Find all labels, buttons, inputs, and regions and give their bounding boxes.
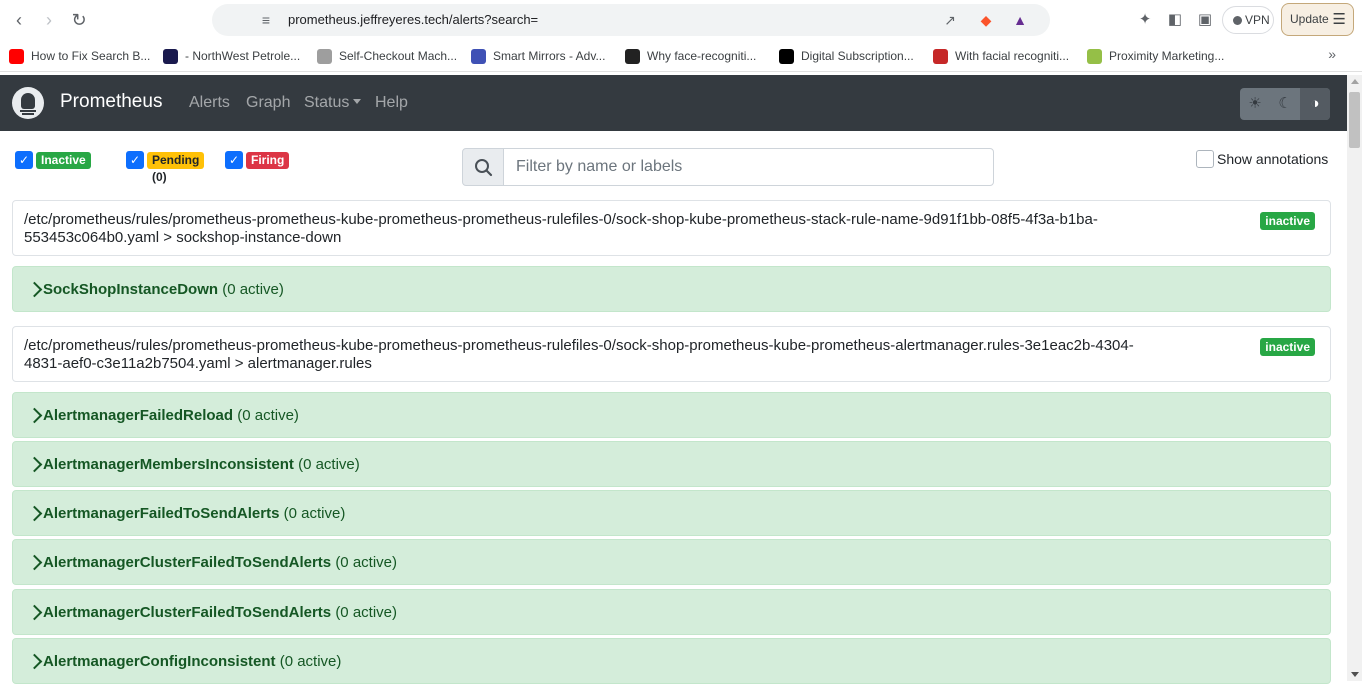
search-input[interactable] xyxy=(503,148,994,186)
wallet-icon[interactable]: ▣ xyxy=(1194,9,1216,31)
chevron-right-icon xyxy=(29,503,39,523)
theme-toggle: ☀ ☾ ◑ xyxy=(1240,88,1330,120)
brave-shield-icon[interactable]: ◆ xyxy=(976,10,996,30)
bookmark-item[interactable]: - NorthWest Petrole... xyxy=(163,46,300,66)
update-button[interactable]: Update ☰ xyxy=(1281,3,1354,36)
browser-toolbar: ‹ › ↻ ☐ ≡ prometheus.jeffreyeres.tech/al… xyxy=(0,0,1362,40)
back-icon[interactable]: ‹ xyxy=(8,9,30,31)
nav-status[interactable]: Status xyxy=(304,94,362,112)
show-annotations-label[interactable]: Show annotations xyxy=(1217,151,1328,167)
rule-active-count: (0 active) xyxy=(335,554,397,571)
site-settings-icon[interactable]: ≡ xyxy=(256,10,276,30)
bookmark-item[interactable]: Self-Checkout Mach... xyxy=(317,46,457,66)
rule-name: AlertmanagerMembersInconsistent xyxy=(43,456,294,473)
rule-active-count: (0 active) xyxy=(237,407,299,424)
reload-icon[interactable]: ↻ xyxy=(68,9,90,31)
bookmark-favicon xyxy=(471,49,486,64)
status-badge: inactive xyxy=(1260,338,1315,356)
alert-rule-row[interactable]: AlertmanagerClusterFailedToSendAlerts (0… xyxy=(12,589,1331,635)
pending-checkbox[interactable]: ✓ xyxy=(126,151,144,169)
prometheus-navbar: Prometheus Alerts Graph Status Help ☀ ☾ … xyxy=(0,75,1347,131)
search-addon xyxy=(462,148,504,186)
vpn-button[interactable]: VPN xyxy=(1222,6,1274,34)
rule-group-header: /etc/prometheus/rules/prometheus-prometh… xyxy=(12,200,1331,256)
pending-badge: Pending (0) xyxy=(147,152,205,184)
alert-rule-row[interactable]: AlertmanagerFailedReload (0 active) xyxy=(12,392,1331,438)
bookmark-item[interactable]: Smart Mirrors - Adv... xyxy=(471,46,605,66)
bookmark-favicon xyxy=(163,49,178,64)
rule-name: AlertmanagerFailedToSendAlerts xyxy=(43,505,280,522)
firing-badge: Firing (5) xyxy=(246,152,290,184)
chevron-right-icon xyxy=(29,279,39,299)
menu-icon: ☰ xyxy=(1332,11,1346,28)
inactive-checkbox[interactable]: ✓ xyxy=(15,151,33,169)
rule-name: AlertmanagerClusterFailedToSendAlerts xyxy=(43,554,332,571)
sun-icon[interactable]: ☀ xyxy=(1240,88,1270,120)
scroll-up-icon[interactable] xyxy=(1351,79,1359,84)
rule-name: SockShopInstanceDown xyxy=(43,281,219,298)
cnet-icon xyxy=(933,49,948,64)
nav-alerts[interactable]: Alerts xyxy=(189,94,230,112)
bookmark-item[interactable]: How to Fix Search B... xyxy=(9,46,150,66)
chevron-right-icon xyxy=(29,602,39,622)
extensions-icon[interactable]: ✦ xyxy=(1134,9,1156,31)
more-bookmarks-icon[interactable]: » xyxy=(1328,46,1336,62)
bookmark-favicon xyxy=(317,49,332,64)
shopify-icon xyxy=(1087,49,1102,64)
nav-graph[interactable]: Graph xyxy=(246,94,290,112)
rule-name: AlertmanagerClusterFailedToSendAlerts xyxy=(43,604,332,621)
alert-rule-row[interactable]: AlertmanagerClusterFailedToSendAlerts (0… xyxy=(12,539,1331,585)
moon-icon[interactable]: ☾ xyxy=(1270,88,1300,120)
rule-name: AlertmanagerFailedReload xyxy=(43,407,234,424)
address-bar[interactable]: ≡ prometheus.jeffreyeres.tech/alerts?sea… xyxy=(212,4,1050,36)
prometheus-logo-icon[interactable] xyxy=(12,87,44,119)
brand-link[interactable]: Prometheus xyxy=(60,91,162,113)
chevron-down-icon xyxy=(353,99,362,104)
chevron-right-icon xyxy=(29,552,39,572)
brave-rewards-icon[interactable]: ▲ xyxy=(1010,10,1030,30)
contrast-icon[interactable]: ◑ xyxy=(1300,88,1330,120)
chevron-right-icon xyxy=(29,454,39,474)
firing-checkbox[interactable]: ✓ xyxy=(225,151,243,169)
rule-file-path: /etc/prometheus/rules/prometheus-prometh… xyxy=(24,337,1134,372)
vpn-label: VPN xyxy=(1245,13,1270,27)
bookmarks-bar: How to Fix Search B... - NorthWest Petro… xyxy=(0,40,1362,72)
share-icon[interactable]: ↗ xyxy=(940,10,960,30)
bookmark-item[interactable]: Digital Subscription... xyxy=(779,46,914,66)
inactive-badge: Inactive (141) xyxy=(36,152,91,184)
forward-icon[interactable]: › xyxy=(38,9,60,31)
alert-rule-row[interactable]: AlertmanagerFailedToSendAlerts (0 active… xyxy=(12,490,1331,536)
rule-file-path: /etc/prometheus/rules/prometheus-prometh… xyxy=(24,211,1098,246)
show-annotations-checkbox[interactable] xyxy=(1196,150,1214,168)
amazon-icon xyxy=(779,49,794,64)
scrollbar[interactable] xyxy=(1347,75,1362,681)
bookmark-favicon xyxy=(625,49,640,64)
alert-rule-row[interactable]: SockShopInstanceDown (0 active) xyxy=(12,266,1331,312)
search-group xyxy=(462,148,994,186)
status-badge: inactive xyxy=(1260,212,1315,230)
scroll-thumb[interactable] xyxy=(1349,92,1360,148)
update-label: Update xyxy=(1290,12,1329,26)
rule-active-count: (0 active) xyxy=(279,653,342,670)
chevron-right-icon xyxy=(29,405,39,425)
rule-active-count: (0 active) xyxy=(283,505,346,522)
bookmark-item[interactable]: With facial recogniti... xyxy=(933,46,1069,66)
alert-rule-row[interactable]: AlertmanagerMembersInconsistent (0 activ… xyxy=(12,441,1331,487)
bookmark-item[interactable]: Proximity Marketing... xyxy=(1087,46,1224,66)
rule-name: AlertmanagerConfigInconsistent xyxy=(43,653,276,670)
rule-active-count: (0 active) xyxy=(222,281,284,298)
nav-help[interactable]: Help xyxy=(375,94,408,112)
bookmark-item[interactable]: Why face-recogniti... xyxy=(625,46,756,66)
rule-active-count: (0 active) xyxy=(335,604,397,621)
rule-group-header: /etc/prometheus/rules/prometheus-prometh… xyxy=(12,326,1331,382)
vpn-status-icon xyxy=(1233,16,1242,25)
rule-active-count: (0 active) xyxy=(298,456,360,473)
search-icon xyxy=(475,159,493,177)
alert-rule-row[interactable]: AlertmanagerConfigInconsistent (0 active… xyxy=(12,638,1331,684)
url-text: prometheus.jeffreyeres.tech/alerts?searc… xyxy=(288,12,539,27)
youtube-icon xyxy=(9,49,24,64)
sidebar-icon[interactable]: ◧ xyxy=(1164,9,1186,31)
scroll-down-icon[interactable] xyxy=(1351,672,1359,677)
chevron-right-icon xyxy=(29,651,39,671)
